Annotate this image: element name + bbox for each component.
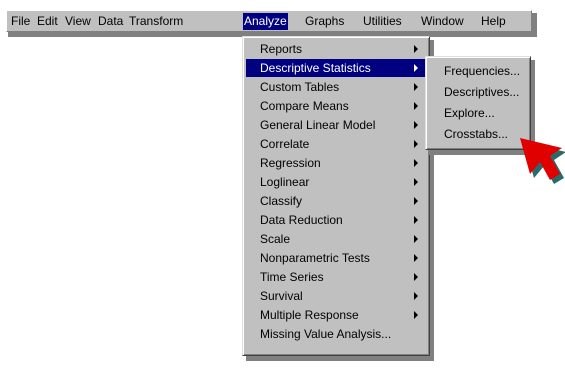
menu-help[interactable]: Help: [481, 14, 506, 29]
submenu-arrow-icon: [414, 64, 418, 72]
menu-window[interactable]: Window: [421, 14, 464, 29]
submenu-arrow-icon: [414, 235, 418, 243]
menu-item-scale[interactable]: Scale: [246, 230, 426, 248]
submenu-arrow-icon: [414, 45, 418, 53]
pointer-arrow-icon: [520, 138, 565, 184]
menu-item-explore[interactable]: Explore...: [429, 104, 527, 122]
menu-item-compare-means[interactable]: Compare Means: [246, 97, 426, 115]
menu-transform[interactable]: Transform: [129, 14, 183, 29]
menu-bar: File Edit View Data Transform Analyze Gr…: [6, 10, 532, 32]
menu-edit[interactable]: Edit: [37, 14, 58, 29]
menu-data[interactable]: Data: [98, 14, 123, 29]
menu-item-data-reduction[interactable]: Data Reduction: [246, 211, 426, 229]
menu-item-regression[interactable]: Regression: [246, 154, 426, 172]
menu-item-loglinear[interactable]: Loglinear: [246, 173, 426, 191]
menu-item-descriptives[interactable]: Descriptives...: [429, 83, 527, 101]
analyze-menu: Reports Descriptive Statistics Custom Ta…: [242, 36, 430, 356]
submenu-arrow-icon: [414, 273, 418, 281]
menu-item-survival[interactable]: Survival: [246, 287, 426, 305]
menu-analyze[interactable]: Analyze: [243, 13, 288, 30]
menu-shadow: [246, 356, 434, 361]
menubar-shadow-right: [532, 13, 537, 37]
submenu-arrow-icon: [414, 216, 418, 224]
submenu-arrow-icon: [414, 140, 418, 148]
menu-graphs[interactable]: Graphs: [305, 14, 344, 29]
menu-item-multiple-response[interactable]: Multiple Response: [246, 306, 426, 324]
menu-item-correlate[interactable]: Correlate: [246, 135, 426, 153]
pointer-arrow-body: [520, 138, 562, 180]
menu-item-classify[interactable]: Classify: [246, 192, 426, 210]
submenu-arrow-icon: [414, 102, 418, 110]
submenu-arrow-icon: [414, 121, 418, 129]
menu-file[interactable]: File: [11, 14, 30, 29]
submenu-arrow-icon: [414, 311, 418, 319]
menu-item-custom-tables[interactable]: Custom Tables: [246, 78, 426, 96]
menu-item-reports[interactable]: Reports: [246, 40, 426, 58]
submenu-arrow-icon: [414, 292, 418, 300]
submenu-arrow-icon: [414, 83, 418, 91]
submenu-arrow-icon: [414, 254, 418, 262]
menu-item-descriptive-statistics[interactable]: Descriptive Statistics: [246, 59, 426, 77]
menu-item-nonparametric-tests[interactable]: Nonparametric Tests: [246, 249, 426, 267]
menu-item-general-linear-model[interactable]: General Linear Model: [246, 116, 426, 134]
submenu-arrow-icon: [414, 178, 418, 186]
submenu-arrow-icon: [414, 197, 418, 205]
menu-item-frequencies[interactable]: Frequencies...: [429, 62, 527, 80]
menu-item-time-series[interactable]: Time Series: [246, 268, 426, 286]
menu-utilities[interactable]: Utilities: [363, 14, 402, 29]
submenu-arrow-icon: [414, 159, 418, 167]
menu-view[interactable]: View: [65, 14, 91, 29]
menu-item-missing-value-analysis[interactable]: Missing Value Analysis...: [246, 325, 426, 343]
